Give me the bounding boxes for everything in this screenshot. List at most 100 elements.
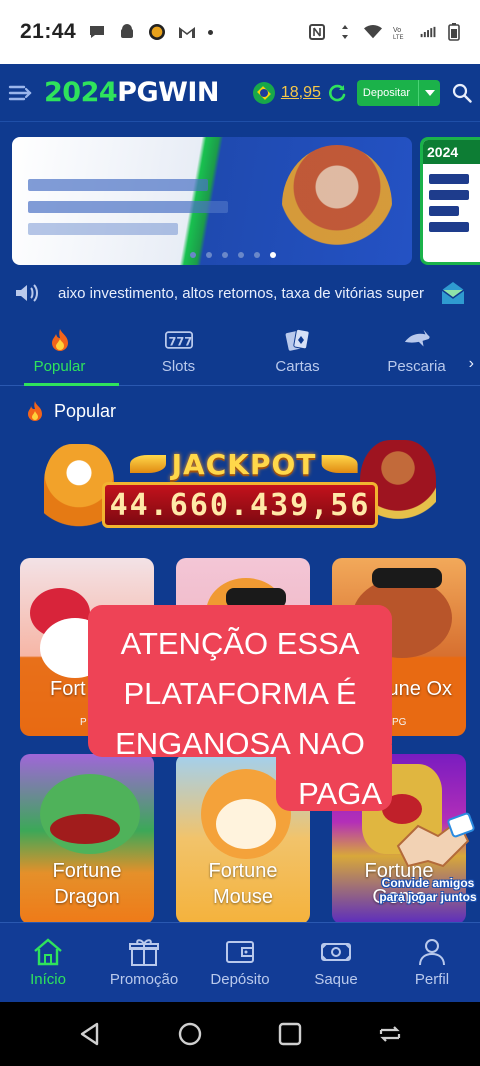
nav-perfil[interactable]: Perfil [384, 923, 480, 1002]
bottom-navigation: Início Promoção Depósito Saque Perfil [0, 922, 480, 1002]
announcement-marquee: aixo investimento, altos retornos, taxa … [0, 274, 480, 312]
warning-overlay: ATENÇÃO ESSA PLATAFORMA É ENGANOSA NAO P… [88, 605, 392, 811]
app-badge-icon [149, 24, 166, 40]
system-navigation-bar [0, 1002, 480, 1066]
android-icon [121, 24, 134, 38]
svg-text:Vo: Vo [393, 27, 401, 34]
warning-line-2: PLATAFORMA É [123, 676, 357, 711]
jackpot-title: JACKPOT [171, 447, 317, 481]
invite-friends-widget[interactable]: Convide amigos para jogar juntos [378, 806, 478, 906]
wing-right-icon [322, 455, 358, 473]
carousel-dots [190, 252, 276, 258]
game-name: Fortune Dragon [52, 860, 122, 908]
carousel-dot[interactable] [238, 252, 244, 258]
jackpot-counter: 44.660.439,56 [102, 482, 378, 528]
home-circle-icon[interactable] [177, 1021, 203, 1047]
fire-icon [28, 401, 42, 421]
rotate-icon[interactable] [377, 1021, 403, 1047]
section-title: Popular [54, 400, 117, 421]
mail-icon[interactable] [440, 280, 466, 306]
promo-banner-next[interactable]: 2024 [420, 137, 480, 265]
warning-line-1: ATENÇÃO ESSA [120, 626, 360, 661]
more-notifications-dot [208, 29, 214, 35]
warning-line-4: PAGA [298, 776, 382, 811]
tab-popular[interactable]: Popular [0, 318, 119, 386]
nav-label: Saque [314, 971, 358, 988]
gift-icon [129, 939, 159, 966]
balance-display: 18,95 [252, 81, 347, 104]
carousel-dot-active[interactable] [270, 252, 276, 258]
category-tabs: Popular 777 Slots Cartas Pescaria [0, 318, 480, 386]
invite-text: Convide amigos para jogar juntos [379, 876, 477, 904]
deposit-button[interactable]: Depositar [356, 79, 440, 106]
cards-icon [285, 328, 310, 351]
refresh-icon[interactable] [327, 83, 347, 103]
wifi-icon [364, 25, 382, 39]
recents-icon[interactable] [277, 1021, 303, 1047]
svg-text:LTE: LTE [393, 35, 404, 40]
battery-icon [448, 23, 460, 41]
signal-icon [420, 26, 436, 38]
wallet-icon [226, 941, 254, 963]
status-bar: 21:44 Vo LTE [0, 0, 480, 64]
nav-label: Início [30, 971, 66, 988]
cash-icon [321, 943, 351, 961]
back-icon[interactable] [77, 1021, 103, 1047]
nav-inicio[interactable]: Início [0, 923, 96, 1002]
app-header: 2024PGWIN 18,95 Depositar [0, 64, 480, 122]
jackpot-title-wrap: JACKPOT [124, 447, 364, 481]
banner-next-blurred-text [423, 164, 480, 242]
tab-pescaria[interactable]: Pescaria [357, 318, 476, 385]
warning-text: ATENÇÃO ESSA PLATAFORMA É ENGANOSA NAO P… [88, 619, 392, 819]
section-header: Popular [26, 400, 116, 422]
profile-icon [419, 939, 445, 966]
game-name: Fortune Mouse [208, 860, 278, 908]
chat-icon [90, 26, 105, 38]
svg-text:777: 777 [168, 334, 192, 348]
menu-collapse-icon[interactable] [8, 82, 34, 104]
fire-icon [51, 329, 68, 351]
logo-part-1: 2024 [44, 77, 118, 108]
slots-777-icon: 777 [164, 331, 193, 349]
speaker-icon [16, 284, 38, 302]
carousel-dot[interactable] [222, 252, 228, 258]
jackpot-value: 44.660.439,56 [109, 487, 371, 523]
system-icons: Vo LTE [308, 23, 460, 41]
notification-icons [88, 24, 214, 40]
jackpot-banner: JACKPOT 44.660.439,56 [44, 440, 436, 544]
nfc-icon [309, 24, 325, 40]
site-logo[interactable]: 2024PGWIN [44, 77, 220, 108]
nav-label: Perfil [414, 971, 450, 988]
home-icon [34, 938, 62, 966]
nav-deposito[interactable]: Depósito [192, 923, 288, 1002]
handshake-icon [396, 812, 475, 868]
warning-line-3: ENGANOSA NAO [115, 726, 365, 761]
tab-label: Pescaria [387, 358, 446, 375]
brazil-flag-icon [252, 81, 275, 104]
carousel-dot[interactable] [190, 252, 196, 258]
tab-slots[interactable]: 777 Slots [119, 318, 238, 385]
data-arrows-icon [342, 25, 348, 39]
nav-promocao[interactable]: Promoção [96, 923, 192, 1002]
volte-icon: VoLTE [393, 27, 404, 40]
deposit-button-label: Depositar [362, 86, 410, 99]
tab-cartas[interactable]: Cartas [238, 318, 357, 385]
balance-value[interactable]: 18,95 [281, 84, 321, 102]
search-icon[interactable] [452, 83, 472, 103]
promo-banner[interactable] [12, 137, 412, 265]
banner-blurred-text [28, 179, 238, 245]
shark-icon [404, 329, 430, 347]
carousel-dot[interactable] [206, 252, 212, 258]
wing-left-icon [130, 455, 166, 473]
nav-saque[interactable]: Saque [288, 923, 384, 1002]
gmail-icon [179, 27, 196, 38]
chevron-down-icon [418, 79, 440, 106]
logo-part-2: PGWIN [117, 77, 220, 108]
status-time: 21:44 [20, 20, 77, 43]
nav-label: Promoção [109, 971, 179, 988]
banner-next-logo: 2024 [423, 140, 480, 164]
chevron-right-icon[interactable]: › [469, 355, 474, 373]
banner-character-image [282, 145, 392, 265]
tab-label: Popular [33, 358, 86, 375]
carousel-dot[interactable] [254, 252, 260, 258]
